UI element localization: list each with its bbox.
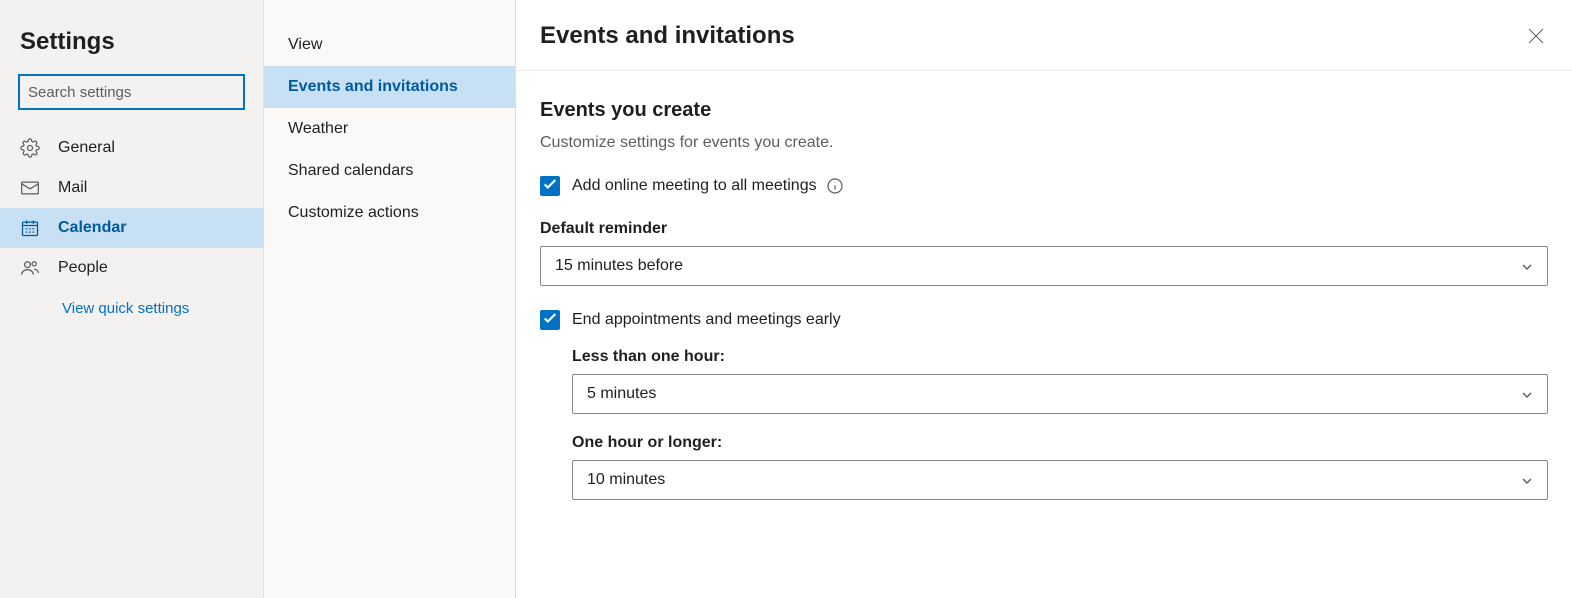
chevron-down-icon xyxy=(1521,388,1533,400)
calendar-icon xyxy=(20,218,40,238)
subnav-item-view[interactable]: View xyxy=(264,24,515,66)
default-reminder-field: Default reminder 15 minutes before xyxy=(540,220,1548,286)
default-reminder-label: Default reminder xyxy=(540,220,1548,238)
close-button[interactable] xyxy=(1524,24,1548,48)
view-quick-settings-link[interactable]: View quick settings xyxy=(0,288,263,329)
chevron-down-icon xyxy=(1521,474,1533,486)
nav-item-calendar[interactable]: Calendar xyxy=(0,208,263,248)
nav-item-label: Calendar xyxy=(58,219,126,237)
less-than-hour-label: Less than one hour: xyxy=(572,348,1548,366)
page-title: Events and invitations xyxy=(540,22,795,50)
subnav-item-events-invitations[interactable]: Events and invitations xyxy=(264,66,515,108)
subnav-item-weather[interactable]: Weather xyxy=(264,108,515,150)
less-than-hour-select[interactable]: 5 minutes xyxy=(572,374,1548,414)
hour-or-longer-select[interactable]: 10 minutes xyxy=(572,460,1548,500)
calendar-subnav: View Events and invitations Weather Shar… xyxy=(264,0,516,598)
hour-or-longer-label: One hour or longer: xyxy=(572,434,1548,452)
nav-item-label: General xyxy=(58,139,115,157)
end-early-options: Less than one hour: 5 minutes One hour o… xyxy=(572,348,1548,500)
info-icon[interactable] xyxy=(827,178,843,194)
main-header: Events and invitations xyxy=(516,0,1572,71)
default-reminder-select[interactable]: 15 minutes before xyxy=(540,246,1548,286)
close-icon xyxy=(1528,31,1544,48)
nav-item-general[interactable]: General xyxy=(0,128,263,168)
end-early-row: End appointments and meetings early xyxy=(540,310,1548,330)
mail-icon xyxy=(20,178,40,198)
gear-icon xyxy=(20,138,40,158)
main-content: Events and invitations Events you create… xyxy=(516,0,1572,598)
section-subtitle: Customize settings for events you create… xyxy=(540,134,1548,152)
subnav-item-shared-calendars[interactable]: Shared calendars xyxy=(264,150,515,192)
less-than-hour-field: Less than one hour: 5 minutes xyxy=(572,348,1548,414)
hour-or-longer-value: 10 minutes xyxy=(587,471,665,489)
nav-item-label: People xyxy=(58,259,108,277)
subnav-item-customize-actions[interactable]: Customize actions xyxy=(264,192,515,234)
main-body: Events you create Customize settings for… xyxy=(516,71,1572,548)
checkmark-icon xyxy=(543,177,557,196)
less-than-hour-value: 5 minutes xyxy=(587,385,656,403)
settings-nav-list: General Mail Calendar People xyxy=(0,128,263,288)
settings-title: Settings xyxy=(0,18,263,74)
add-online-meeting-label: Add online meeting to all meetings xyxy=(572,177,817,195)
add-online-meeting-row: Add online meeting to all meetings xyxy=(540,176,1548,196)
settings-sidebar: Settings General Mail Calendar Peop xyxy=(0,0,264,598)
chevron-down-icon xyxy=(1521,260,1533,272)
nav-item-people[interactable]: People xyxy=(0,248,263,288)
end-early-checkbox[interactable] xyxy=(540,310,560,330)
nav-item-mail[interactable]: Mail xyxy=(0,168,263,208)
nav-item-label: Mail xyxy=(58,179,87,197)
add-online-meeting-checkbox[interactable] xyxy=(540,176,560,196)
checkmark-icon xyxy=(543,311,557,330)
search-box[interactable] xyxy=(18,74,245,110)
hour-or-longer-field: One hour or longer: 10 minutes xyxy=(572,434,1548,500)
end-early-label: End appointments and meetings early xyxy=(572,311,841,329)
people-icon xyxy=(20,258,40,278)
default-reminder-value: 15 minutes before xyxy=(555,257,683,275)
search-input[interactable] xyxy=(28,84,235,101)
section-title: Events you create xyxy=(540,99,1548,122)
